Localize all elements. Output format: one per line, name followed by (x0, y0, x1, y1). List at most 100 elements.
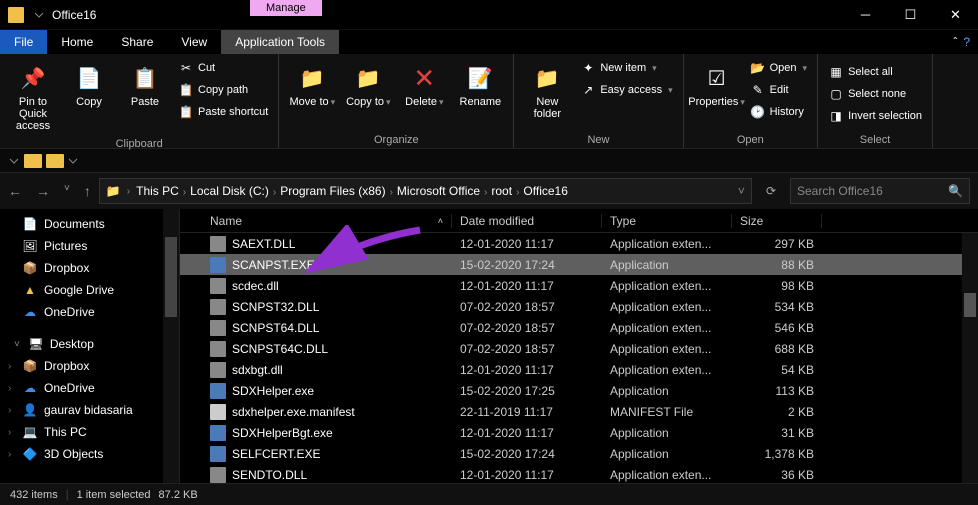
new-folder-button[interactable]: 📁New folder (522, 58, 572, 124)
copy-path-button[interactable]: 📋Copy path (176, 80, 270, 100)
file-row[interactable]: SCNPST64.DLL07-02-2020 18:57Application … (180, 317, 978, 338)
qat-folder-icon[interactable] (24, 154, 42, 168)
item-label: gaurav bidasaria (44, 403, 133, 417)
tab-home[interactable]: Home (47, 30, 107, 54)
copy-to-button[interactable]: 📁Copy to▾ (343, 58, 393, 112)
file-row[interactable]: SCANPST.EXE15-02-2020 17:24Application88… (180, 254, 978, 275)
file-row[interactable]: SAEXT.DLL12-01-2020 11:17Application ext… (180, 233, 978, 254)
file-row[interactable]: SCNPST64C.DLL07-02-2020 18:57Application… (180, 338, 978, 359)
breadcrumb-dropdown-icon[interactable]: ˅ (738, 184, 745, 198)
down-icon[interactable] (32, 8, 46, 22)
file-type: Application (602, 384, 732, 398)
history-button[interactable]: 🕑History (748, 102, 809, 122)
paste-button[interactable]: 📋Paste (120, 58, 170, 136)
copyto-icon: 📁 (352, 62, 384, 94)
sidebar-item[interactable]: ›💻This PC (0, 421, 179, 443)
group-clipboard: Clipboard (8, 136, 270, 150)
rename-button[interactable]: 📝Rename (455, 58, 505, 112)
list-scrollbar[interactable] (962, 233, 978, 483)
sidebar-item[interactable]: 📦Dropbox (0, 257, 179, 279)
file-icon (210, 425, 226, 441)
search-icon[interactable]: 🔍 (948, 184, 963, 198)
sidebar-item[interactable]: ▲Google Drive (0, 279, 179, 301)
chevron-icon[interactable]: › (8, 405, 11, 416)
move-to-button[interactable]: 📁Move to▾ (287, 58, 337, 112)
file-row[interactable]: sdxbgt.dll12-01-2020 11:17Application ex… (180, 359, 978, 380)
file-row[interactable]: sdxhelper.exe.manifest22-11-2019 11:17MA… (180, 401, 978, 422)
breadcrumb-item[interactable]: Microsoft Office (397, 184, 480, 198)
tab-application-tools[interactable]: Application Tools (221, 30, 339, 54)
invert-selection-button[interactable]: ◨Invert selection (826, 106, 924, 126)
edit-button[interactable]: ✎Edit (748, 80, 809, 100)
copy-path-icon: 📋 (178, 82, 194, 98)
chevron-icon[interactable]: › (8, 383, 11, 394)
file-row[interactable]: SDXHelper.exe15-02-2020 17:25Application… (180, 380, 978, 401)
back-button[interactable]: ← (8, 183, 22, 199)
breadcrumb[interactable]: 📁 › This PC›Local Disk (C:)›Program File… (99, 178, 752, 204)
file-row[interactable]: SENDTO.DLL12-01-2020 11:17Application ex… (180, 464, 978, 485)
sidebar-item[interactable]: ›📦Dropbox (0, 355, 179, 377)
sidebar-item[interactable]: ›☁OneDrive (0, 377, 179, 399)
column-name[interactable]: Name˄ (202, 214, 452, 228)
chevron-icon[interactable]: › (8, 361, 11, 372)
maximize-button[interactable]: ☐ (888, 0, 933, 30)
sidebar-item[interactable]: ›👤gaurav bidasaria (0, 399, 179, 421)
copy-button[interactable]: 📄Copy (64, 58, 114, 136)
column-type[interactable]: Type (602, 214, 732, 228)
breadcrumb-item[interactable]: Local Disk (C:) (190, 184, 269, 198)
close-button[interactable]: ✕ (933, 0, 978, 30)
context-tab[interactable]: Manage (250, 0, 322, 16)
up-button[interactable]: ↑ (84, 183, 91, 199)
qat-dropdown-icon[interactable] (68, 156, 78, 166)
sidebar-desktop[interactable]: ˅🖥Desktop (0, 333, 179, 355)
tab-share[interactable]: Share (107, 30, 167, 54)
breadcrumb-item[interactable]: Program Files (x86) (280, 184, 385, 198)
qat-folder-icon[interactable] (46, 154, 64, 168)
breadcrumb-item[interactable]: root (491, 184, 512, 198)
file-size: 98 KB (732, 279, 822, 293)
pin-quick-access-button[interactable]: 📌Pin to Quick access (8, 58, 58, 136)
file-icon (210, 362, 226, 378)
properties-button[interactable]: ☑Properties▾ (692, 58, 742, 122)
file-size: 297 KB (732, 237, 822, 251)
help-icon[interactable]: ? (963, 35, 970, 49)
file-type: Application exten... (602, 468, 732, 482)
column-size[interactable]: Size (732, 214, 822, 228)
cut-button[interactable]: ✂Cut (176, 58, 270, 78)
chevron-icon[interactable]: ˅ (14, 339, 20, 350)
chevron-icon[interactable]: › (8, 427, 11, 438)
file-type: Application (602, 447, 732, 461)
file-row[interactable]: SELFCERT.EXE15-02-2020 17:24Application1… (180, 443, 978, 464)
file-type: Application exten... (602, 321, 732, 335)
search-input[interactable]: Search Office16 🔍 (790, 178, 970, 204)
recent-dropdown[interactable]: ˅ (64, 183, 70, 199)
column-date[interactable]: Date modified (452, 214, 602, 228)
qat-chevron-icon[interactable] (8, 155, 20, 167)
ribbon-collapse-icon[interactable]: ˆ (953, 35, 957, 49)
file-row[interactable]: SCNPST32.DLL07-02-2020 18:57Application … (180, 296, 978, 317)
paste-shortcut-button[interactable]: 📋Paste shortcut (176, 102, 270, 122)
sidebar-item[interactable]: 📄Documents (0, 213, 179, 235)
open-button[interactable]: 📂Open▾ (748, 58, 809, 78)
select-all-button[interactable]: ▦Select all (826, 62, 924, 82)
new-item-button[interactable]: ✦New item▾ (578, 58, 674, 78)
sidebar-item[interactable]: 🖼Pictures (0, 235, 179, 257)
minimize-button[interactable]: ─ (843, 0, 888, 30)
select-none-button[interactable]: ▢Select none (826, 84, 924, 104)
rename-icon: 📝 (464, 62, 496, 94)
chevron-icon[interactable]: › (8, 449, 11, 460)
file-row[interactable]: scdec.dll12-01-2020 11:17Application ext… (180, 275, 978, 296)
tab-file[interactable]: File (0, 30, 47, 54)
item-label: Documents (44, 217, 105, 231)
sidebar-item[interactable]: ☁OneDrive (0, 301, 179, 323)
breadcrumb-item[interactable]: Office16 (523, 184, 567, 198)
breadcrumb-item[interactable]: This PC (136, 184, 179, 198)
easy-access-button[interactable]: ↗Easy access▾ (578, 80, 674, 100)
tab-view[interactable]: View (167, 30, 221, 54)
sidebar-scrollbar[interactable] (163, 209, 179, 483)
forward-button[interactable]: → (36, 183, 50, 199)
delete-button[interactable]: ✕Delete▾ (399, 58, 449, 112)
refresh-button[interactable]: ⟳ (760, 184, 782, 198)
file-row[interactable]: SDXHelperBgt.exe12-01-2020 11:17Applicat… (180, 422, 978, 443)
sidebar-item[interactable]: ›🔷3D Objects (0, 443, 179, 465)
